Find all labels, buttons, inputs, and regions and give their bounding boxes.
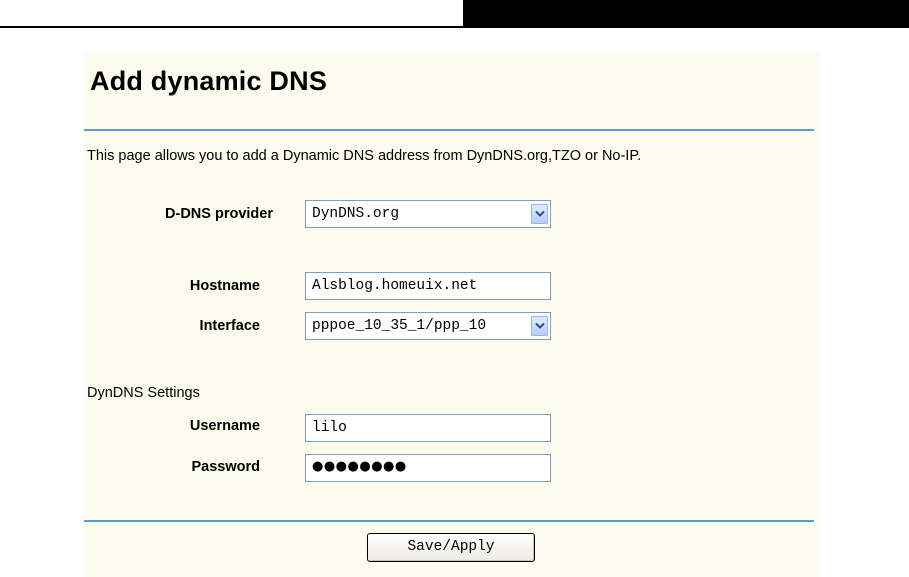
hostname-input[interactable]: Alsblog.homeuix.net [305,272,551,300]
page-title: Add dynamic DNS [90,66,328,96]
interface-select[interactable]: pppoe_10_35_1/ppp_10 [305,312,551,340]
password-label: Password [191,459,261,475]
password-input-value: ●●●●●●●● [312,459,407,474]
provider-select-value: DynDNS.org [312,206,400,222]
provider-label: D-DNS provider [165,206,273,222]
username-input-value: lilo [312,420,347,436]
hostname-input-value: Alsblog.homeuix.net [312,278,478,294]
bottom-divider [84,520,814,522]
dyndns-settings-heading: DynDNS Settings [87,385,200,401]
page-description: This page allows you to add a Dynamic DN… [87,148,642,164]
provider-select[interactable]: DynDNS.org [305,200,551,228]
top-divider [84,129,814,131]
username-input[interactable]: lilo [305,414,551,442]
header-black-bar [463,0,909,26]
chevron-down-icon[interactable] [531,204,548,224]
interface-select-value: pppoe_10_35_1/ppp_10 [312,318,487,334]
hostname-label: Hostname [189,278,260,294]
username-label: Username [189,418,260,434]
save-apply-button[interactable]: Save/Apply [367,533,535,562]
password-input[interactable]: ●●●●●●●● [305,454,551,482]
interface-label: Interface [199,318,260,334]
chevron-down-icon[interactable] [531,316,548,336]
header-rule [0,26,909,28]
